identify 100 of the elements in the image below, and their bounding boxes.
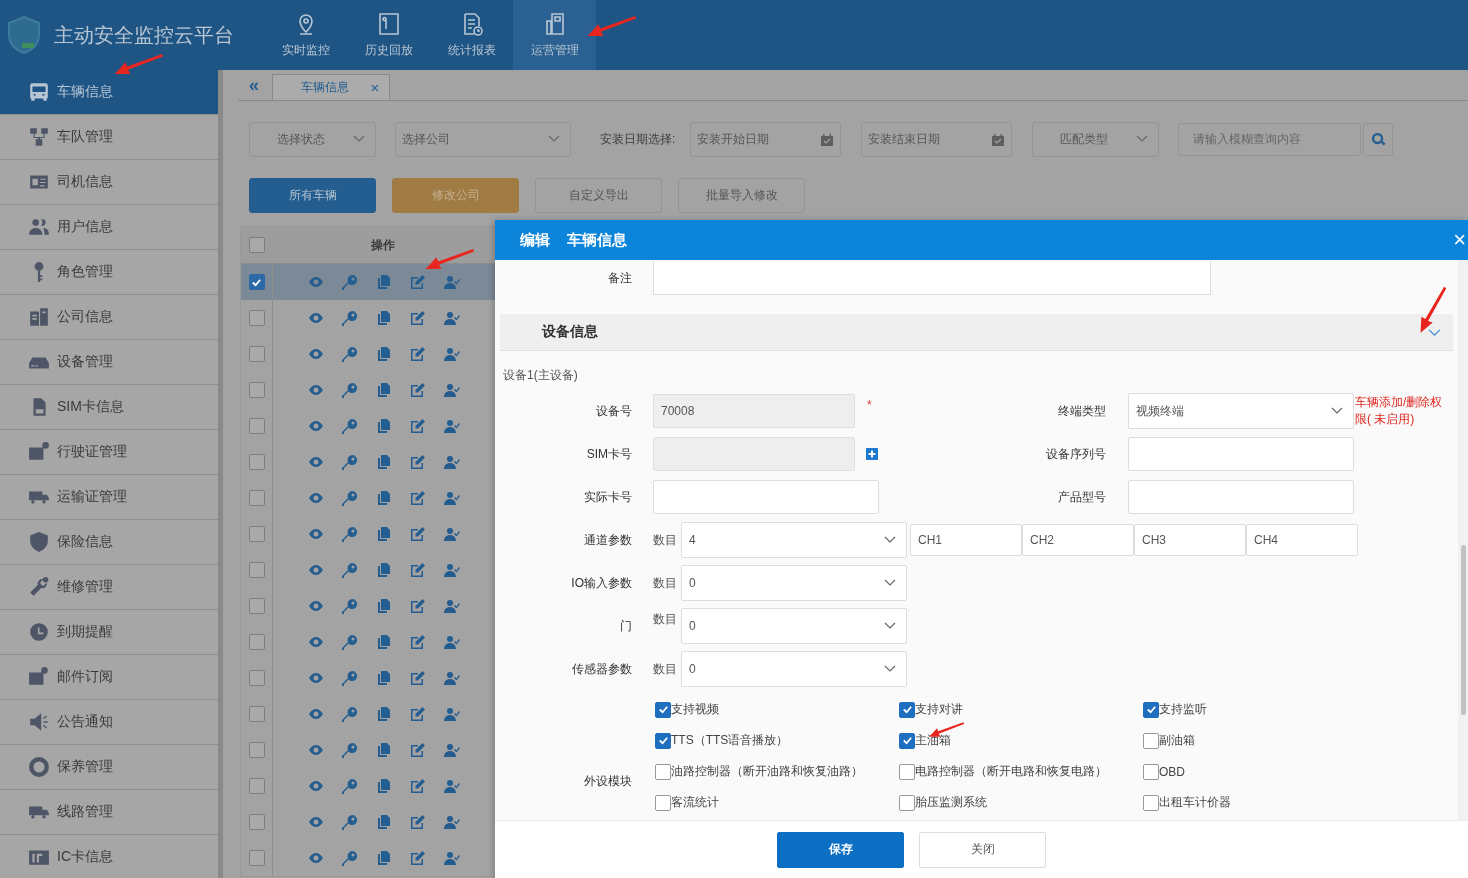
copy-icon[interactable] — [376, 778, 392, 794]
checkbox[interactable] — [248, 274, 265, 290]
edit-icon[interactable] — [410, 310, 426, 326]
user-check-icon[interactable] — [444, 310, 460, 326]
text-field[interactable] — [653, 480, 879, 514]
match-type-select[interactable]: 匹配类型 — [1032, 121, 1160, 157]
checkbox[interactable] — [248, 598, 265, 614]
user-check-icon[interactable] — [444, 418, 460, 434]
user-check-icon[interactable] — [444, 454, 460, 470]
checkbox[interactable] — [655, 763, 671, 780]
nav-tab[interactable]: 历史回放 — [347, 0, 430, 70]
user-check-icon[interactable] — [444, 670, 460, 686]
key-icon[interactable] — [342, 418, 358, 434]
toolbar-button[interactable]: 批量导入修改 — [678, 178, 805, 213]
eye-icon[interactable] — [308, 814, 324, 830]
checkbox[interactable] — [248, 670, 265, 686]
checkbox[interactable] — [899, 701, 915, 718]
edit-icon[interactable] — [410, 814, 426, 830]
key-icon[interactable] — [342, 346, 358, 362]
key-icon[interactable] — [342, 562, 358, 578]
eye-icon[interactable] — [308, 418, 324, 434]
copy-icon[interactable] — [376, 598, 392, 614]
checkbox[interactable] — [1143, 701, 1159, 718]
chevron-down-icon[interactable] — [1428, 327, 1441, 337]
copy-icon[interactable] — [376, 562, 392, 578]
user-check-icon[interactable] — [444, 562, 460, 578]
checkbox[interactable] — [1143, 763, 1159, 780]
checkbox[interactable] — [248, 382, 265, 398]
checkbox[interactable] — [248, 346, 265, 362]
count-select[interactable]: 0 — [681, 565, 907, 601]
checkbox[interactable] — [899, 794, 915, 811]
eye-icon[interactable] — [308, 598, 324, 614]
key-icon[interactable] — [342, 814, 358, 830]
user-check-icon[interactable] — [444, 274, 460, 290]
checkbox[interactable] — [248, 850, 265, 866]
checkbox[interactable] — [655, 794, 671, 811]
edit-icon[interactable] — [410, 562, 426, 578]
edit-icon[interactable] — [410, 274, 426, 290]
copy-icon[interactable] — [376, 742, 392, 758]
key-icon[interactable] — [342, 670, 358, 686]
text-field[interactable] — [1128, 437, 1354, 471]
page-tab[interactable]: 车辆信息 × — [272, 74, 390, 100]
edit-icon[interactable] — [410, 634, 426, 650]
copy-icon[interactable] — [376, 814, 392, 830]
copy-icon[interactable] — [376, 850, 392, 866]
checkbox[interactable] — [248, 706, 265, 722]
copy-icon[interactable] — [376, 490, 392, 506]
user-check-icon[interactable] — [444, 778, 460, 794]
copy-icon[interactable] — [376, 418, 392, 434]
nav-tab[interactable]: 实时监控 — [264, 0, 347, 70]
copy-icon[interactable] — [376, 526, 392, 542]
checkbox[interactable] — [248, 454, 265, 470]
count-select[interactable]: 0 — [681, 608, 907, 644]
copy-icon[interactable] — [376, 346, 392, 362]
key-icon[interactable] — [342, 454, 358, 470]
eye-icon[interactable] — [308, 634, 324, 650]
eye-icon[interactable] — [308, 274, 324, 290]
eye-icon[interactable] — [308, 454, 324, 470]
eye-icon[interactable] — [308, 526, 324, 542]
user-check-icon[interactable] — [444, 382, 460, 398]
checkbox[interactable] — [248, 814, 265, 830]
terminal-type-select[interactable]: 视频终端 — [1128, 393, 1354, 429]
edit-icon[interactable] — [410, 382, 426, 398]
end-date-field[interactable]: 安装结束日期 — [861, 121, 1013, 157]
search-button[interactable] — [1363, 122, 1394, 156]
user-check-icon[interactable] — [444, 526, 460, 542]
key-icon[interactable] — [342, 310, 358, 326]
eye-icon[interactable] — [308, 706, 324, 722]
eye-icon[interactable] — [308, 670, 324, 686]
key-icon[interactable] — [342, 634, 358, 650]
copy-icon[interactable] — [376, 310, 392, 326]
user-check-icon[interactable] — [444, 814, 460, 830]
edit-icon[interactable] — [410, 670, 426, 686]
eye-icon[interactable] — [308, 382, 324, 398]
key-icon[interactable] — [342, 742, 358, 758]
copy-icon[interactable] — [376, 274, 392, 290]
edit-icon[interactable] — [410, 706, 426, 722]
channel-field[interactable]: CH3 — [1134, 524, 1246, 556]
text-field[interactable] — [1128, 480, 1354, 514]
checkbox[interactable] — [248, 778, 265, 794]
remark-field[interactable] — [653, 261, 1211, 295]
edit-icon[interactable] — [410, 418, 426, 434]
checkbox[interactable] — [899, 763, 915, 780]
checkbox[interactable] — [655, 732, 671, 749]
toolbar-button[interactable]: 自定义导出 — [535, 178, 662, 213]
copy-icon[interactable] — [376, 454, 392, 470]
key-icon[interactable] — [342, 382, 358, 398]
count-select[interactable]: 4 — [681, 522, 907, 558]
checkbox[interactable] — [248, 418, 265, 434]
channel-field[interactable]: CH1 — [910, 524, 1022, 556]
collapse-button[interactable]: « — [238, 70, 270, 100]
checkbox[interactable] — [1143, 794, 1159, 811]
copy-icon[interactable] — [376, 670, 392, 686]
eye-icon[interactable] — [308, 742, 324, 758]
key-icon[interactable] — [342, 706, 358, 722]
key-icon[interactable] — [342, 778, 358, 794]
copy-icon[interactable] — [376, 634, 392, 650]
start-date-field[interactable]: 安装开始日期 — [690, 121, 842, 157]
key-icon[interactable] — [342, 598, 358, 614]
eye-icon[interactable] — [308, 490, 324, 506]
